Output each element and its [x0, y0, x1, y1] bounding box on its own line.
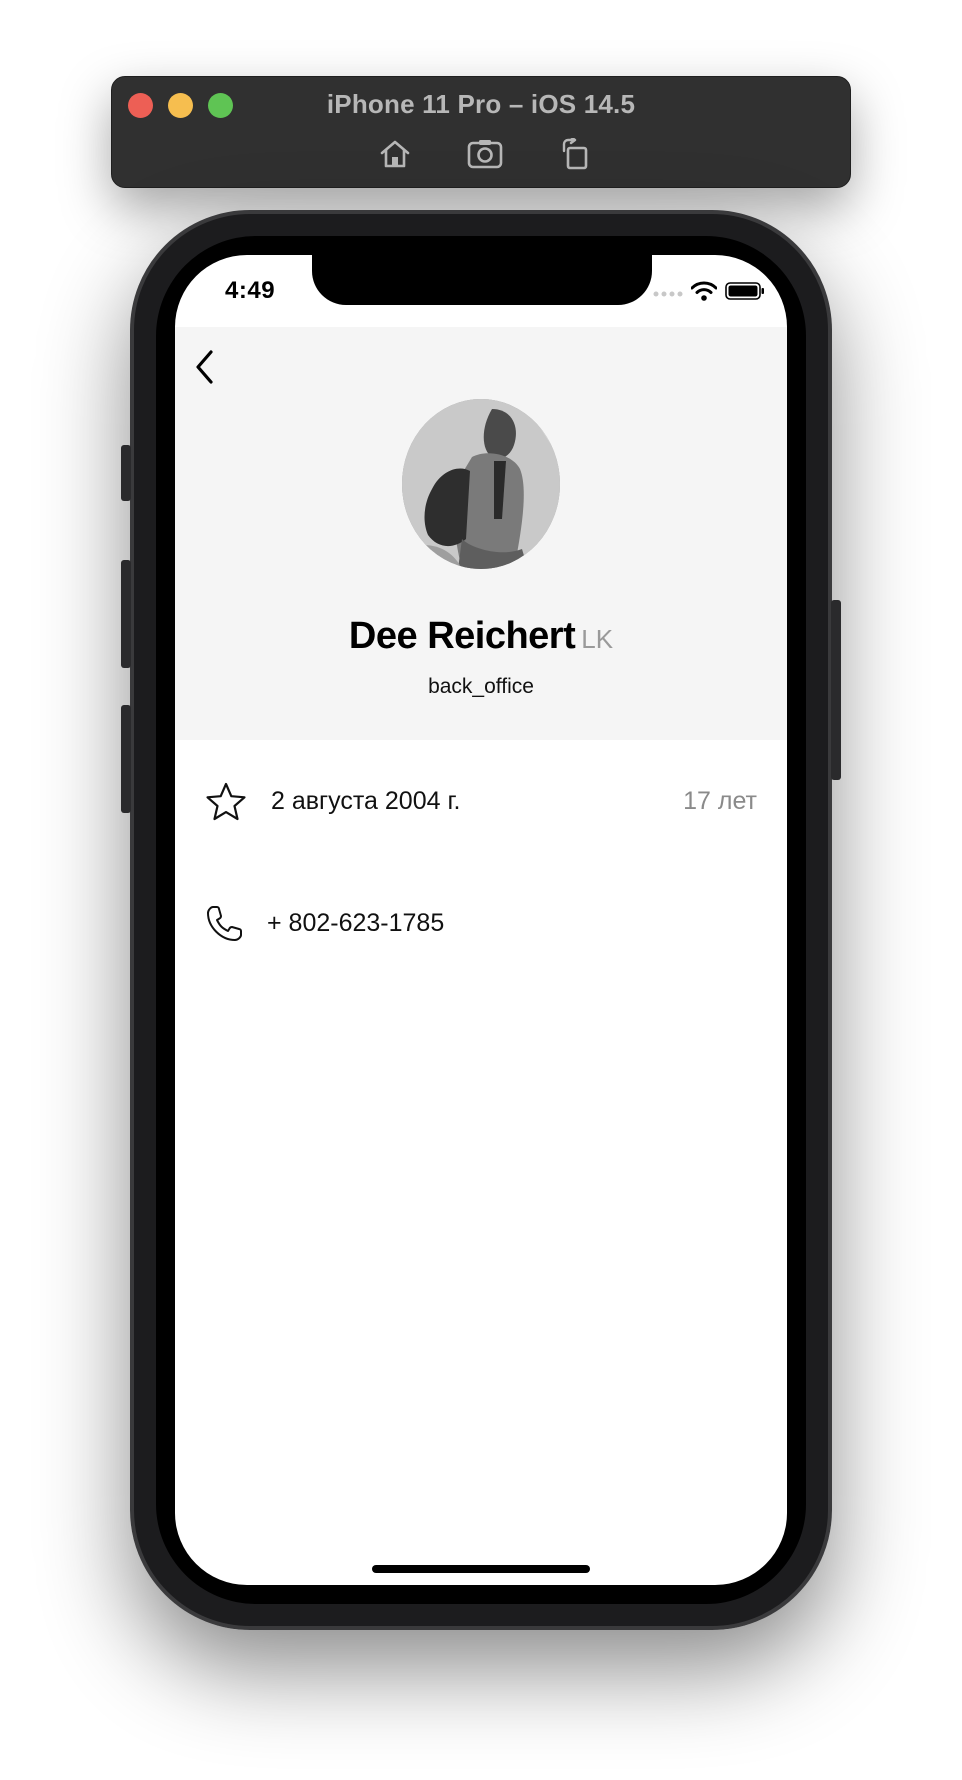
mute-switch [121, 445, 131, 501]
birthday-age: 17 лет [683, 787, 757, 815]
phone-screen: 4:49 Dee Reichert LK back_office 2 авгус… [175, 255, 787, 1585]
simulator-title: iPhone 11 Pro – iOS 14.5 [326, 89, 636, 119]
battery-icon [725, 281, 765, 306]
star-icon [205, 781, 247, 823]
volume-down-button [121, 705, 131, 813]
simulator-toolbar [112, 137, 850, 171]
home-icon[interactable] [377, 137, 413, 171]
phone-number: + 802-623-1785 [267, 909, 445, 937]
chevron-left-icon [196, 350, 213, 384]
status-time: 4:49 [225, 277, 276, 304]
avatar-photo [402, 399, 560, 569]
home-indicator[interactable] [372, 1565, 590, 1573]
profile-name-suffix: LK [581, 624, 614, 654]
profile-role: back_office [428, 675, 534, 698]
profile-header: Dee Reichert LK back_office [175, 327, 787, 740]
profile-name-row: Dee Reichert LK [175, 615, 787, 658]
cellular-icon [653, 285, 683, 303]
notch [312, 255, 652, 305]
rotate-icon[interactable] [557, 137, 593, 171]
profile-name: Dee Reichert [348, 615, 576, 657]
avatar[interactable] [402, 399, 560, 569]
back-button[interactable] [185, 345, 225, 389]
power-button [831, 600, 841, 780]
screenshot-icon[interactable] [467, 137, 503, 171]
birthday-date: 2 августа 2004 г. [271, 787, 461, 815]
status-icons [653, 281, 765, 306]
wifi-icon [690, 281, 718, 306]
phone-row[interactable]: + 802-623-1785 [175, 893, 787, 953]
simulator-window-titlebar: iPhone 11 Pro – iOS 14.5 [111, 76, 851, 188]
phone-icon [205, 903, 247, 945]
volume-up-button [121, 560, 131, 668]
birthday-row[interactable]: 2 августа 2004 г. 17 лет [175, 771, 787, 831]
